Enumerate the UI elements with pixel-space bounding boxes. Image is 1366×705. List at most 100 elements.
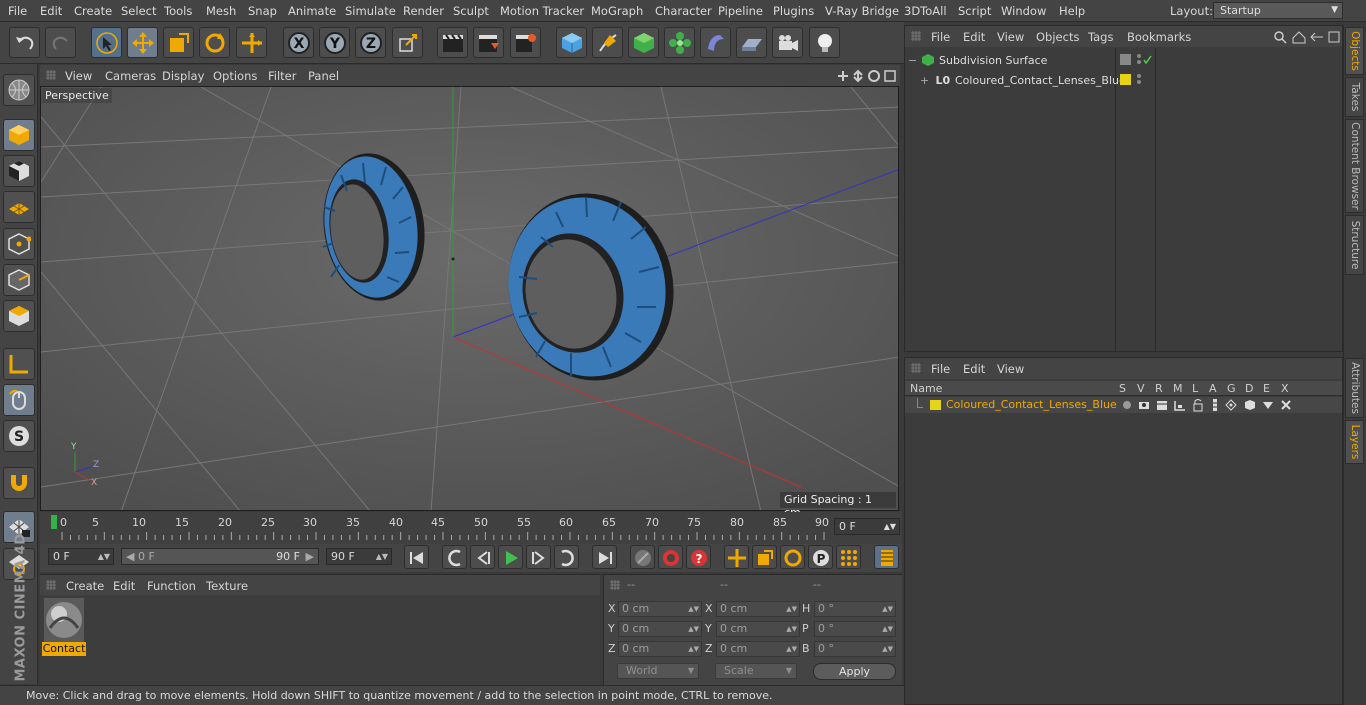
menu-mograph[interactable]: MoGraph — [591, 4, 643, 18]
render-view-button[interactable] — [437, 27, 468, 58]
material-menu-texture[interactable]: Texture — [206, 579, 248, 593]
material-menu-edit[interactable]: Edit — [113, 579, 135, 593]
rot-p-field[interactable]: 0 ° ▲▼ — [814, 621, 896, 637]
record-active-objects-button[interactable] — [630, 545, 655, 569]
size-x-field[interactable]: 0 cm ▲▼ — [716, 601, 800, 617]
menu-vray-bridge[interactable]: V-Ray Bridge — [825, 4, 899, 18]
redo-button[interactable] — [45, 27, 76, 58]
playhead-marker[interactable] — [51, 515, 57, 529]
layer-menu-edit[interactable]: Edit — [963, 362, 985, 376]
tweak-mode-button[interactable] — [3, 384, 35, 416]
scale-tool-button[interactable] — [163, 27, 194, 58]
light-button[interactable] — [809, 27, 840, 58]
material-name-label[interactable]: Contact — [42, 642, 86, 656]
max-time-field[interactable]: 90 F ▲▼ — [326, 548, 392, 565]
object-menu-file[interactable]: File — [931, 30, 950, 44]
object-manager-tools[interactable] — [1273, 30, 1341, 44]
key-rotation-button[interactable] — [780, 545, 805, 569]
layer-menu-view[interactable]: View — [997, 362, 1024, 376]
size-mode-dropdown[interactable]: Scale ▼ — [715, 663, 797, 679]
key-parameter-button[interactable]: P — [808, 545, 833, 569]
pos-z-field[interactable]: 0 cm ▲▼ — [618, 641, 702, 657]
col-deformers[interactable]: D — [1245, 382, 1253, 395]
key-position-button[interactable] — [724, 545, 749, 569]
next-key-button[interactable] — [554, 545, 579, 569]
tab-layers[interactable]: Layers — [1345, 420, 1364, 464]
layer-name[interactable]: Coloured_Contact_Lenses_Blue — [946, 398, 1117, 411]
menu-create[interactable]: Create — [74, 4, 112, 18]
object-menu-tags[interactable]: Tags — [1088, 30, 1113, 44]
menu-simulate[interactable]: Simulate — [345, 4, 396, 18]
menu-render[interactable]: Render — [403, 4, 444, 18]
snap-button[interactable]: S — [3, 420, 35, 452]
col-xrefs[interactable]: X — [1281, 382, 1289, 395]
menu-file[interactable]: File — [8, 4, 27, 18]
render-to-picture-viewer-button[interactable] — [473, 27, 504, 58]
col-name[interactable]: Name — [910, 382, 942, 395]
deformer-button[interactable] — [700, 27, 731, 58]
play-button[interactable] — [498, 545, 523, 569]
layer-menu-file[interactable]: File — [931, 362, 950, 376]
tab-objects[interactable]: Objects — [1345, 27, 1364, 75]
menu-plugins[interactable]: Plugins — [773, 4, 814, 18]
col-manager[interactable]: M — [1173, 382, 1183, 395]
menu-motion-tracker[interactable]: Motion Tracker — [500, 4, 584, 18]
layer-flag-icons[interactable] — [1121, 398, 1293, 412]
viewport-menu-cameras[interactable]: Cameras — [105, 69, 156, 83]
layer-row[interactable]: Coloured_Contact_Lenses_Blue — [905, 397, 1342, 413]
menu-edit[interactable]: Edit — [40, 4, 62, 18]
z-axis-lock-button[interactable]: Z — [355, 27, 386, 58]
y-axis-lock-button[interactable]: Y — [319, 27, 350, 58]
keyframe-selection-button[interactable]: ? — [686, 545, 711, 569]
object-status-flags[interactable] — [1120, 54, 1152, 88]
menu-sculpt[interactable]: Sculpt — [453, 4, 489, 18]
camera-button[interactable] — [772, 27, 803, 58]
tab-content-browser[interactable]: Content Browser — [1345, 119, 1364, 213]
viewport-menu-filter[interactable]: Filter — [268, 69, 296, 83]
axis-mode-button[interactable] — [3, 348, 35, 380]
menu-3dtoall[interactable]: 3DToAll — [904, 4, 947, 18]
size-y-field[interactable]: 0 cm ▲▼ — [716, 621, 800, 637]
cube-object-button[interactable] — [556, 27, 587, 58]
go-to-start-button[interactable] — [404, 545, 429, 569]
menu-help[interactable]: Help — [1059, 4, 1085, 18]
recent-tool-button[interactable] — [236, 27, 267, 58]
render-settings-button[interactable] — [510, 27, 541, 58]
object-menu-objects[interactable]: Objects — [1036, 30, 1079, 44]
viewport-menu-panel[interactable]: Panel — [308, 69, 339, 83]
pen-spline-button[interactable] — [592, 27, 623, 58]
col-generators[interactable]: G — [1227, 382, 1236, 395]
col-visible[interactable]: V — [1137, 382, 1145, 395]
viewport-menu-view[interactable]: View — [65, 69, 92, 83]
object-menu-edit[interactable]: Edit — [963, 30, 985, 44]
preview-range-slider[interactable]: ◀ 0 F 90 F ▶ — [121, 548, 319, 565]
current-frame-field[interactable]: 0 F ▲▼ — [834, 518, 900, 535]
subdivision-surface-button[interactable] — [628, 27, 659, 58]
points-mode-button[interactable] — [3, 228, 35, 260]
material-menu-create[interactable]: Create — [66, 579, 104, 593]
perspective-viewport[interactable]: Y Z X — [40, 86, 899, 511]
object-menu-bookmarks[interactable]: Bookmarks — [1127, 30, 1191, 44]
edges-mode-button[interactable] — [3, 264, 35, 296]
model-mode-button[interactable] — [3, 119, 35, 151]
texture-mode-button[interactable] — [3, 155, 35, 187]
col-render[interactable]: R — [1155, 382, 1163, 395]
undo-button[interactable] — [9, 27, 40, 58]
floor-button[interactable] — [736, 27, 767, 58]
object-row-lenses[interactable]: + L0 Coloured_Contact_Lenses_Blue — [920, 74, 1126, 87]
pos-x-field[interactable]: 0 cm ▲▼ — [618, 601, 702, 617]
previous-key-button[interactable] — [442, 545, 467, 569]
key-scale-button[interactable] — [752, 545, 777, 569]
previous-frame-button[interactable] — [470, 545, 495, 569]
go-to-end-button[interactable] — [592, 545, 617, 569]
col-solo[interactable]: S — [1119, 382, 1126, 395]
next-frame-button[interactable] — [526, 545, 551, 569]
menu-animate[interactable]: Animate — [288, 4, 336, 18]
viewport-menu-options[interactable]: Options — [213, 69, 257, 83]
rot-h-field[interactable]: 0 ° ▲▼ — [814, 601, 896, 617]
magnet-button[interactable] — [3, 467, 35, 499]
material-menu-function[interactable]: Function — [147, 579, 196, 593]
min-time-field[interactable]: 0 F ▲▼ — [48, 548, 114, 565]
object-row-subdivision[interactable]: − Subdivision Surface — [908, 54, 1047, 67]
pos-y-field[interactable]: 0 cm ▲▼ — [618, 621, 702, 637]
